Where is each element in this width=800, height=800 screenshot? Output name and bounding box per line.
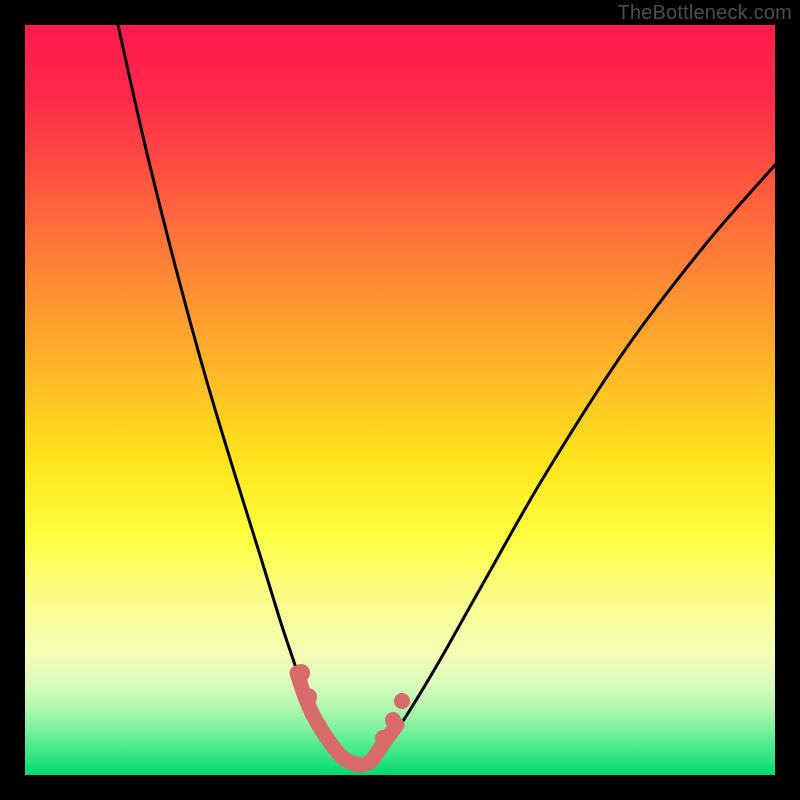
left-marker-strip — [297, 673, 360, 765]
marker-dot-2 — [299, 688, 317, 706]
marker-dot-5 — [394, 693, 410, 709]
chart-frame: TheBottleneck.com — [0, 0, 800, 800]
marker-dot-4 — [385, 712, 401, 728]
curve-svg — [25, 25, 775, 775]
right-limb — [355, 165, 775, 765]
right-marker-strip — [360, 725, 397, 765]
watermark-text: TheBottleneck.com — [617, 2, 792, 25]
marker-dot-3 — [375, 730, 391, 746]
marker-dot-1 — [292, 664, 310, 682]
left-limb — [118, 25, 355, 765]
plot-area — [25, 25, 775, 775]
